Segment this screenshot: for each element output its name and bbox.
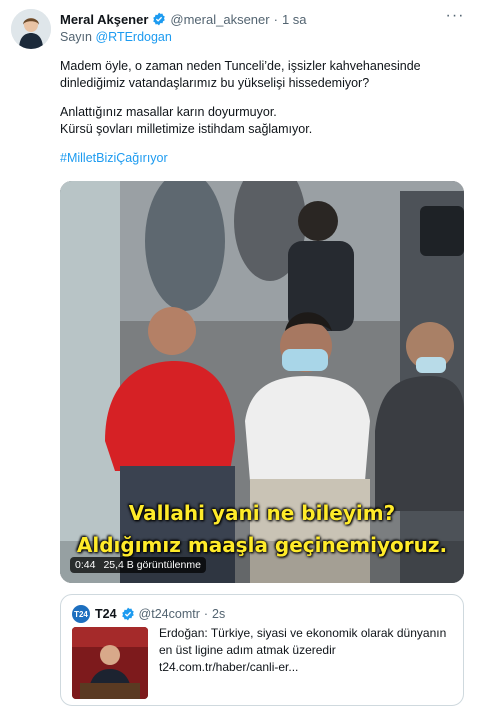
quoted-tweet-card[interactable]: T24 T24 @t24comtr · 2s Erdoğan: Türkiye,… — [60, 594, 464, 706]
quoted-tweet-header: T24 T24 @t24comtr · 2s — [72, 605, 225, 623]
video-subtitle-line-1: Vallahi yani ne bileyim? — [128, 501, 396, 525]
video-player[interactable]: Vallahi yani ne bileyim? Aldığımız maaşl… — [60, 181, 464, 583]
reply-mention-link[interactable]: @RTErdogan — [95, 30, 171, 44]
quoted-tweet-image[interactable] — [72, 627, 148, 699]
tweet-paragraph-1: Madem öyle, o zaman neden Tunceli’de, iş… — [60, 59, 421, 90]
tweet-paragraph-2-line-2: Kürsü şovları milletimize istihdam sağla… — [60, 122, 313, 136]
hashtag-link[interactable]: #MilletBiziÇağırıyor — [60, 151, 168, 165]
quoted-author-avatar[interactable]: T24 — [72, 605, 90, 623]
reply-context: Sayın @RTErdogan — [60, 30, 172, 44]
tweet-paragraph-2: Anlattığınız masallar karın doyurmuyor. … — [60, 104, 460, 138]
quoted-tweet-text: Erdoğan: Türkiye, siyasi ve ekonomik ola… — [159, 625, 455, 676]
video-duration: 0:44 — [75, 559, 96, 571]
video-views: 25,4 B görüntülenme — [103, 559, 201, 571]
verified-badge-icon — [152, 12, 166, 26]
tweet-text: Madem öyle, o zaman neden Tunceli’de, iş… — [60, 58, 460, 179]
quoted-text-line-1: Erdoğan: Türkiye, siyasi ve ekonomik ola… — [159, 626, 447, 640]
quoted-author-handle[interactable]: @t24comtr — [139, 607, 200, 621]
tweet-time[interactable]: 1 sa — [282, 12, 307, 27]
quoted-text-line-2: en üst ligine adım atmak üzeredir — [159, 643, 336, 657]
more-options-icon[interactable]: ··· — [445, 8, 465, 29]
video-subtitle-line-2: Aldığımız maaşla geçinemiyoruz. — [76, 533, 448, 557]
quoted-separator: · — [203, 607, 209, 621]
quoted-text-link[interactable]: t24.com.tr/haber/canli-er... — [159, 659, 455, 676]
video-info-badge: 0:44 25,4 B görüntülenme — [70, 557, 206, 573]
author-name[interactable]: Meral Akşener — [60, 12, 148, 27]
tweet-paragraph-2-line-1: Anlattığınız masallar karın doyurmuyor. — [60, 105, 277, 119]
header-separator: · — [273, 11, 278, 27]
tweet-header: Meral Akşener @meral_aksener · 1 sa ··· — [60, 8, 465, 29]
author-handle[interactable]: @meral_aksener — [170, 12, 269, 27]
author-avatar[interactable] — [11, 9, 51, 49]
reply-prefix: Sayın — [60, 30, 92, 44]
quoted-time[interactable]: 2s — [212, 607, 225, 621]
quoted-author-name[interactable]: T24 — [95, 607, 117, 621]
verified-badge-icon — [121, 607, 135, 621]
